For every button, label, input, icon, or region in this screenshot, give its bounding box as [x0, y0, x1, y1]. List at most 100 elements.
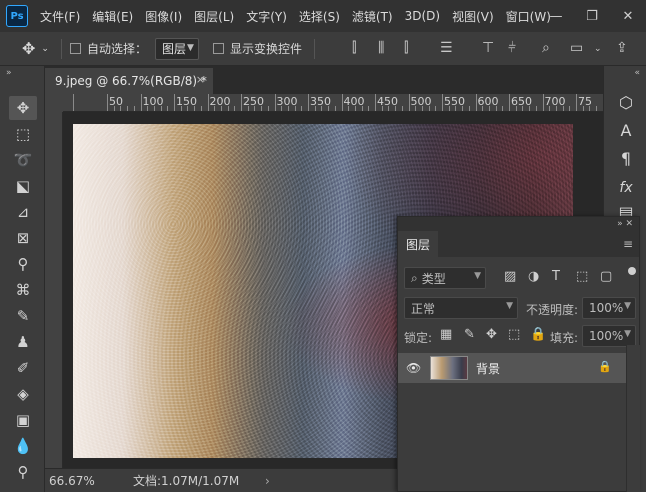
layers-scrollbar[interactable]: [626, 345, 640, 492]
menu-file[interactable]: 文件(F): [40, 8, 80, 25]
ruler-tick: [308, 94, 309, 111]
minimize-button[interactable]: —: [538, 0, 574, 32]
character-panel-button[interactable]: A: [612, 118, 640, 142]
zoom-level[interactable]: 66.67%: [49, 474, 109, 488]
window-controls: — ❐ ✕: [538, 0, 646, 32]
layer-name[interactable]: 背景: [476, 360, 500, 377]
align-top-icon[interactable]: ⊤: [482, 40, 494, 56]
healing-brush-tool[interactable]: ⌘: [9, 278, 37, 302]
lasso-tool[interactable]: ➰: [9, 148, 37, 172]
collapse-panel-icon[interactable]: »: [6, 68, 12, 78]
status-menu-arrow[interactable]: ›: [265, 474, 270, 488]
fill-field[interactable]: 100% ▼: [582, 325, 636, 347]
filter-smart-object-icon[interactable]: ▢: [600, 269, 612, 284]
ruler-tick: [576, 94, 577, 111]
lock-pixels-icon[interactable]: ✎: [464, 327, 475, 342]
close-icon[interactable]: ×: [196, 73, 205, 86]
menu-filter[interactable]: 滤镜(T): [352, 8, 393, 25]
document-tab-title: 9.jpeg @ 66.7%(RGB/8) *: [55, 74, 207, 88]
chevron-down-icon[interactable]: ⌄: [41, 44, 49, 54]
show-transform-label: 显示变换控件: [229, 42, 302, 56]
ruler-tick: [341, 94, 343, 111]
tools-panel: » ✥ ⬚ ➰ ⬕ ⊿ ⊠ ⚲ ⌘ ✎ ♟ ✐ ◈ ▣ 💧 ⚲: [0, 66, 45, 492]
styles-panel-button[interactable]: fx: [612, 176, 640, 200]
opacity-field[interactable]: 100% ▼: [582, 297, 636, 319]
dodge-tool[interactable]: ⚲: [9, 460, 37, 484]
gradient-tool[interactable]: ▣: [9, 408, 37, 432]
collapse-panel-icon[interactable]: » ✕: [617, 219, 633, 229]
share-icon[interactable]: ⇪: [616, 40, 628, 56]
crop-tool[interactable]: ⊿: [9, 200, 37, 224]
search-icon[interactable]: ⌕: [542, 40, 550, 56]
quick-select-tool[interactable]: ⬕: [9, 174, 37, 198]
lock-all-icon[interactable]: 🔒: [530, 327, 546, 342]
drop-icon: 💧: [13, 437, 33, 455]
lock-position-icon[interactable]: ✥: [486, 327, 497, 342]
move-icon[interactable]: ✥: [22, 39, 35, 58]
opacity-label: 不透明度:: [526, 303, 579, 317]
chevron-down-icon: ▼: [624, 301, 631, 311]
layer-row-background[interactable]: 👁 背景 🔒: [398, 353, 626, 383]
menu-3d[interactable]: 3D(D): [405, 9, 440, 23]
eraser-tool[interactable]: ◈: [9, 382, 37, 406]
chevron-down-icon: ▼: [187, 42, 194, 53]
filter-type-icon[interactable]: T: [552, 269, 560, 284]
lock-artboard-icon[interactable]: ⬚: [508, 327, 520, 342]
filter-shape-icon[interactable]: ⬚: [576, 269, 588, 284]
eyedropper-tool[interactable]: ⚲: [9, 252, 37, 276]
3d-panel-button[interactable]: ⬡: [612, 90, 640, 114]
ruler-corner: [45, 94, 63, 112]
align-center-h-icon[interactable]: ⫼: [378, 40, 384, 56]
photoshop-logo: Ps: [6, 5, 28, 27]
menu-image[interactable]: 图像(I): [145, 8, 182, 25]
stamp-icon: ♟: [16, 333, 30, 351]
frame-tool[interactable]: ⊠: [9, 226, 37, 250]
eye-icon[interactable]: 👁: [406, 361, 422, 375]
filter-toggle[interactable]: [628, 267, 636, 275]
menu-view[interactable]: 视图(V): [452, 8, 494, 25]
layer-filter-dropdown[interactable]: ⌕ 类型 ▼: [404, 267, 486, 289]
align-left-icon[interactable]: ⫿: [352, 40, 356, 56]
paragraph-panel-button[interactable]: ¶: [612, 146, 640, 170]
tab-layers[interactable]: 图层: [398, 231, 439, 257]
auto-select-target-value: 图层: [161, 42, 186, 56]
history-brush-tool[interactable]: ✐: [9, 356, 37, 380]
collapse-panel-icon[interactable]: «: [634, 68, 640, 78]
auto-select-checkbox[interactable]: [69, 43, 81, 54]
chevron-down-icon[interactable]: ⌄: [594, 44, 602, 54]
menu-select[interactable]: 选择(S): [299, 8, 340, 25]
move-tool[interactable]: ✥: [9, 96, 37, 120]
align-middle-v-icon[interactable]: ⫩: [508, 40, 516, 56]
menu-layer[interactable]: 图层(L): [194, 8, 234, 25]
blur-tool[interactable]: 💧: [9, 434, 37, 458]
filter-adjustment-icon[interactable]: ◑: [528, 269, 539, 284]
document-tab[interactable]: 9.jpeg @ 66.7%(RGB/8) * ×: [45, 68, 213, 94]
restore-button[interactable]: ❐: [574, 0, 610, 32]
marquee-icon: ⬚: [15, 125, 31, 143]
lock-label: 锁定:: [404, 331, 433, 345]
workspace-icon[interactable]: ▭: [570, 40, 583, 56]
eraser-icon: ◈: [17, 385, 29, 403]
quick-select-icon: ⬕: [15, 177, 31, 195]
ruler-tick: [207, 94, 209, 111]
distribute-icon[interactable]: ☰: [440, 40, 453, 56]
menu-edit[interactable]: 编辑(E): [92, 8, 133, 25]
filter-pixel-icon[interactable]: ▨: [504, 269, 516, 284]
close-window-button[interactable]: ✕: [610, 0, 646, 32]
brush-tool[interactable]: ✎: [9, 304, 37, 328]
blend-mode-dropdown[interactable]: 正常 ▼: [404, 297, 518, 319]
marquee-tool[interactable]: ⬚: [9, 122, 37, 146]
lock-transparent-icon[interactable]: ▦: [440, 327, 452, 342]
show-transform-checkbox[interactable]: [212, 43, 224, 54]
panel-menu-icon[interactable]: ≡: [623, 237, 633, 251]
frame-icon: ⊠: [16, 229, 30, 247]
clone-stamp-tool[interactable]: ♟: [9, 330, 37, 354]
fill-label: 填充:: [550, 331, 579, 345]
align-right-icon[interactable]: ⫿: [404, 40, 408, 56]
divider: [60, 38, 62, 59]
bandage-icon: ⌘: [15, 281, 31, 299]
auto-select-target-dropdown[interactable]: 图层 ▼: [154, 37, 199, 60]
lasso-icon: ➰: [13, 151, 33, 169]
menu-type[interactable]: 文字(Y): [246, 8, 287, 25]
layers-panel-header: » ✕: [398, 217, 639, 231]
